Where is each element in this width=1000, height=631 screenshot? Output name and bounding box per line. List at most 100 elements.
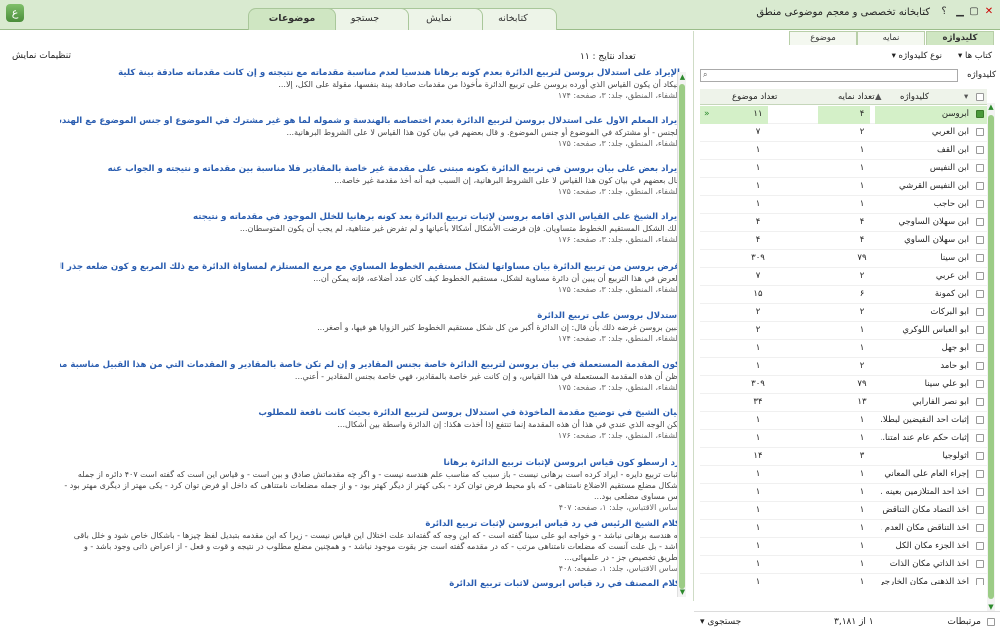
result-heading[interactable]: بيان الشيخ في توضيح مقدمة المأخوذة في اس… — [60, 408, 680, 419]
result-heading[interactable]: رد أرسطو كون قياس ابروسن لإثبات تربيع ال… — [60, 458, 681, 469]
sort-up-icon[interactable]: ▲ — [875, 92, 882, 102]
row-checkbox[interactable] — [976, 146, 984, 154]
scroll-thumb[interactable] — [988, 115, 994, 599]
result-heading[interactable]: استدلال بروسن على تربيع الدائرة — [60, 311, 680, 322]
result-heading[interactable]: غرض بروسن من تربيع الدائرة بيان مساواتها… — [60, 262, 680, 273]
row-checkbox[interactable] — [976, 110, 984, 118]
tab-topic[interactable]: موضوع — [789, 31, 857, 45]
list-item[interactable]: إيراد بعض على بيان بروسن في تربيع الدائر… — [60, 164, 680, 197]
minimize-icon[interactable]: ▁ — [954, 6, 966, 17]
row-checkbox[interactable] — [976, 200, 984, 208]
result-heading[interactable]: إيراد الشيخ على القياس الذي أقامه بروسن … — [60, 212, 680, 223]
row-checkbox[interactable] — [976, 488, 984, 496]
scroll-down-icon[interactable]: ▼ — [678, 588, 687, 596]
row-checkbox[interactable] — [976, 362, 984, 370]
table-row[interactable]: ابن سينا ۷۹ ۳۰۹ — [700, 250, 987, 268]
tab-topics[interactable]: موضوعات — [248, 8, 336, 30]
table-row[interactable]: ابن النفيس القرشي ۱ ۱ — [700, 178, 987, 196]
search-icon[interactable]: ⌕ — [703, 70, 707, 80]
row-checkbox[interactable] — [976, 542, 984, 550]
row-checkbox[interactable] — [976, 344, 984, 352]
table-row[interactable]: أبو حامد ۲ ۱ — [700, 358, 987, 376]
column-index-count[interactable]: تعداد نمایه — [838, 92, 875, 102]
table-row[interactable]: ابن العربي ۲ ۷ — [700, 124, 987, 142]
table-row[interactable]: أخذ الذهني مكان الخارجي ۱ ۱ — [700, 574, 987, 585]
table-row[interactable]: أخذ التناقض مكان العدم ... ۱ ۱ — [700, 520, 987, 538]
row-checkbox[interactable] — [976, 236, 984, 244]
row-checkbox[interactable] — [976, 290, 984, 298]
list-item[interactable]: بيان الشيخ في توضيح مقدمة المأخوذة في اس… — [60, 408, 680, 441]
table-row[interactable]: أبو علي سينا ۷۹ ۳۰۹ — [700, 376, 987, 394]
list-item[interactable]: غرض بروسن من تربيع الدائرة بيان مساواتها… — [60, 262, 680, 295]
scroll-up-icon[interactable]: ▲ — [987, 103, 995, 111]
table-row[interactable]: أبو نصر الفارابي ۱۳ ۳۴ — [700, 394, 987, 412]
row-checkbox[interactable] — [976, 380, 984, 388]
result-heading[interactable]: إيراد المعلم الأول على استدلال بروسن لتر… — [60, 116, 680, 127]
table-row[interactable]: أخذ الجزء مكان الكل ۱ ۱ — [700, 538, 987, 556]
row-checkbox[interactable] — [976, 182, 984, 190]
row-checkbox[interactable] — [976, 398, 984, 406]
help-icon[interactable]: ؟ — [938, 6, 950, 17]
table-row[interactable]: أخذ التضاد مكان التناقض ۱ ۱ — [700, 502, 987, 520]
table-row[interactable]: إثبات حكم عام عند امتنا... ۱ ۱ — [700, 430, 987, 448]
keyword-table-scrollbar[interactable]: ▲ ▼ — [987, 103, 995, 611]
result-heading[interactable]: إيراد بعض على بيان بروسن في تربيع الدائر… — [60, 164, 680, 175]
row-checkbox[interactable] — [976, 434, 984, 442]
list-item[interactable]: إيراد الشيخ على القياس الذي أقامه بروسن … — [60, 212, 680, 245]
row-checkbox[interactable] — [976, 506, 984, 514]
table-row[interactable]: ابن النفيس ۱ ۱ — [700, 160, 987, 178]
table-row[interactable]: ابن سهلان الساوجي ۴ ۴ — [700, 214, 987, 232]
list-item[interactable]: كلام الشيخ الرئيس في رد قياس ابروسن لإثب… — [60, 519, 680, 574]
row-checkbox[interactable] — [976, 218, 984, 226]
row-checkbox[interactable] — [976, 326, 984, 334]
display-settings-button[interactable]: تنظیمات نمایش — [12, 51, 71, 61]
table-row[interactable]: ابن عربي ۲ ۷ — [700, 268, 987, 286]
table-row[interactable]: أثولوجيا ۳ ۱۴ — [700, 448, 987, 466]
result-heading[interactable]: كون المقدمة المستعملة في بيان بروسن لترب… — [60, 360, 680, 371]
table-row[interactable]: إثبات أحد النقيضين لبطلا... ۱ ۱ — [700, 412, 987, 430]
tab-index[interactable]: نمایه — [857, 31, 925, 45]
column-topic-count[interactable]: تعداد موضوع — [732, 92, 777, 102]
table-row[interactable]: أخذ أحد المتلازمين بعينه ... ۱ ۱ — [700, 484, 987, 502]
scroll-down-icon[interactable]: ▼ — [987, 603, 995, 611]
filter-icon[interactable]: ▾ — [964, 92, 968, 102]
list-item[interactable]: كلام المصنف في رد قياس ابروسن لاثبات ترب… — [60, 579, 680, 590]
row-checkbox[interactable] — [976, 128, 984, 136]
results-scrollbar[interactable]: ▲ ▼ — [677, 72, 686, 597]
list-item[interactable]: استدلال بروسن على تربيع الدائرة فبين برو… — [60, 311, 680, 344]
row-checkbox[interactable] — [976, 308, 984, 316]
table-row[interactable]: أبو البركات ۲ ۲ — [700, 304, 987, 322]
result-heading[interactable]: كلام المصنف في رد قياس ابروسن لاثبات ترب… — [60, 579, 680, 590]
row-checkbox[interactable] — [976, 254, 984, 262]
table-row[interactable]: » أبروسن ۴ ۱۱ — [700, 106, 987, 124]
row-checkbox[interactable] — [976, 452, 984, 460]
tab-keyword[interactable]: کلیدواژه — [926, 31, 994, 45]
scroll-up-icon[interactable]: ▲ — [678, 73, 687, 81]
related-checkbox[interactable] — [987, 618, 995, 626]
search-dropdown-button[interactable]: ▾ جستجوی — [700, 617, 741, 627]
scroll-thumb[interactable] — [679, 84, 685, 589]
maximize-icon[interactable]: ▢ — [968, 6, 980, 17]
table-row[interactable]: أبو العباس اللوكري ۱ ۲ — [700, 322, 987, 340]
table-row[interactable]: إجراء العام على المعاني ال... ۱ ۱ — [700, 466, 987, 484]
row-checkbox[interactable] — [976, 560, 984, 568]
table-row[interactable]: أخذ الذاتي مكان الذات ۱ ۱ — [700, 556, 987, 574]
list-item[interactable]: كون المقدمة المستعملة في بيان بروسن لترب… — [60, 360, 680, 393]
table-row[interactable]: أبو جهل ۱ ۱ — [700, 340, 987, 358]
keyword-type-filter[interactable]: ▾ نوع کلیدواژه — [892, 51, 942, 61]
table-row[interactable]: ابن سهلان الساوي ۴ ۴ — [700, 232, 987, 250]
list-item[interactable]: الإيراد على استدلال بروسن لتربيع الدائرة… — [60, 68, 680, 101]
list-item[interactable]: إيراد المعلم الأول على استدلال بروسن لتر… — [60, 116, 680, 149]
row-checkbox[interactable] — [976, 524, 984, 532]
table-row[interactable]: ابن كمونة ۶ ۱۵ — [700, 286, 987, 304]
row-checkbox[interactable] — [976, 416, 984, 424]
row-checkbox[interactable] — [976, 470, 984, 478]
row-checkbox[interactable] — [976, 164, 984, 172]
row-checkbox[interactable] — [976, 578, 984, 585]
books-filter[interactable]: ▾ کتاب ها — [958, 51, 992, 61]
close-icon[interactable]: ✕ — [983, 6, 995, 17]
select-all-checkbox[interactable] — [976, 93, 984, 101]
row-checkbox[interactable] — [976, 272, 984, 280]
column-keyword[interactable]: کلیدواژه — [900, 92, 929, 102]
keyword-search-input[interactable] — [700, 69, 958, 82]
